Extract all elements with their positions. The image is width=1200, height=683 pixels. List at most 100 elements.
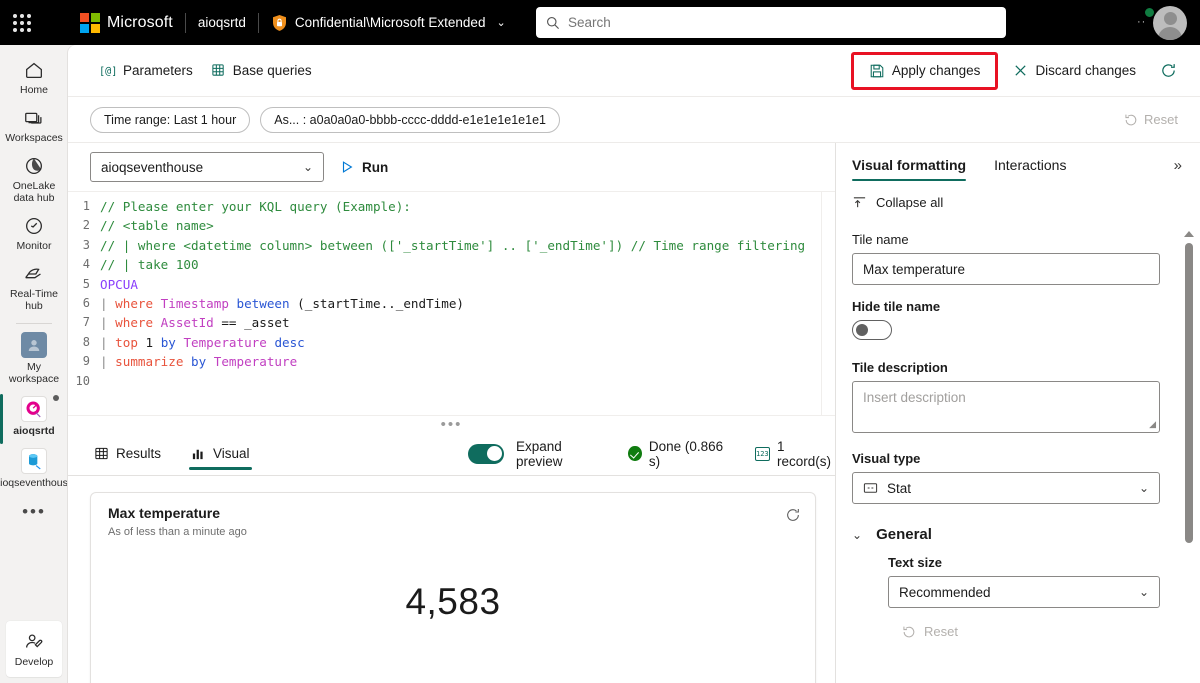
kql-query-editor[interactable]: 1 // Please enter your KQL query (Example… [68, 191, 835, 416]
sidebar-item-home[interactable]: Home [0, 53, 68, 101]
double-chevron-right-icon[interactable]: » [1174, 157, 1182, 174]
code-line-text[interactable]: | summarize by Temperature [100, 352, 835, 371]
line-number: 7 [82, 315, 90, 330]
stat-icon [863, 481, 878, 495]
tab-visual-formatting[interactable]: Visual formatting [852, 143, 967, 187]
apply-changes-label: Apply changes [891, 63, 981, 78]
line-number: 5 [82, 276, 90, 291]
sidebar-item-aioqsrtd[interactable]: aioqsrtd [0, 390, 68, 444]
account-menu[interactable]: ·· [1137, 6, 1187, 40]
numbers-icon: 123 [754, 446, 770, 461]
code-line-text[interactable]: // | take 100 [100, 255, 835, 274]
apply-changes-button[interactable]: Apply changes [860, 57, 990, 85]
parameters-button[interactable]: [@] Parameters [90, 57, 202, 85]
tile-name-label: Tile name [852, 232, 909, 247]
code-line[interactable]: 6 | where Timestamp between (_startTime..… [68, 294, 835, 313]
develop-button[interactable]: Develop [6, 621, 62, 677]
code-line-text[interactable]: | where AssetId == _asset [100, 313, 835, 332]
code-line-text[interactable] [100, 372, 835, 391]
tile-description-placeholder: Insert description [863, 390, 966, 405]
visual-type-select[interactable]: Stat ⌄ [852, 472, 1160, 504]
realtime-dashboard-icon [21, 396, 47, 422]
sidebar-item-aioqseventhouse[interactable]: aioqseventhouse [0, 442, 74, 494]
base-queries-button[interactable]: Base queries [202, 57, 321, 84]
code-line[interactable]: 7 | where AssetId == _asset [68, 313, 835, 332]
code-line[interactable]: 9 | summarize by Temperature [68, 352, 835, 371]
sensitivity-label-button[interactable]: Confidential\Microsoft Extended ⌄ [271, 14, 506, 32]
tile-title: Max temperature [108, 505, 221, 521]
code-line-text[interactable]: | top 1 by Temperature desc [100, 333, 835, 352]
at-brackets-icon: [@] [99, 63, 116, 79]
code-line-text[interactable]: // | where <datetime column> between (['… [100, 236, 835, 255]
resize-grip-icon[interactable]: ◢ [1149, 419, 1156, 430]
sidebar-item-onelake-data-hub[interactable]: OneLake data hub [0, 149, 68, 209]
general-group-content: Text size Recommended ⌄ Reset [852, 555, 1176, 639]
scrollbar-thumb[interactable] [1185, 243, 1193, 543]
avatar[interactable] [1153, 6, 1187, 40]
filters-reset-button: Reset [1124, 112, 1178, 127]
general-group-header[interactable]: ⌄ General [852, 526, 1176, 543]
code-line[interactable]: 8 | top 1 by Temperature desc [68, 333, 835, 352]
sensitivity-label-text: Confidential\Microsoft Extended [294, 15, 486, 30]
code-line[interactable]: 1 // Please enter your KQL query (Example… [68, 197, 835, 216]
panel-tab-bar: Visual formatting Interactions » [836, 143, 1200, 187]
refresh-icon [1160, 62, 1177, 79]
workspaces-icon [23, 107, 45, 129]
sidebar-item-my-workspace[interactable]: My workspace [0, 326, 68, 390]
time-range-pill[interactable]: Time range: Last 1 hour [90, 106, 251, 133]
more-items-button[interactable]: ••• [22, 502, 46, 522]
database-select[interactable]: aioqseventhouse ⌄ [90, 152, 324, 182]
asset-parameter-pill[interactable]: As... : a0a0a0a0-bbbb-cccc-dddd-e1e1e1e1… [260, 106, 560, 133]
expand-preview-toggle[interactable] [468, 443, 504, 464]
code-line[interactable]: 5 OPCUA [68, 275, 835, 294]
tab-results[interactable]: Results [90, 432, 165, 476]
code-line-text[interactable]: // <table name> [100, 216, 835, 235]
code-line-text[interactable]: // Please enter your KQL query (Example)… [100, 197, 835, 216]
pane-splitter-handle[interactable]: ••• [68, 416, 835, 433]
panel-scrollbar[interactable] [1184, 231, 1194, 683]
search-input[interactable]: Search [536, 7, 1006, 38]
tab-visual[interactable]: Visual [187, 432, 254, 476]
text-size-value: Recommended [899, 584, 991, 600]
code-line[interactable]: 3 // | where <datetime column> between ([… [68, 236, 835, 255]
tile-description-input[interactable]: Insert description ◢ [852, 381, 1160, 433]
collapse-all-button[interactable]: Collapse all [836, 187, 1200, 212]
command-bar: [@] Parameters Base queries Apply change… [68, 45, 1200, 97]
discard-changes-button[interactable]: Discard changes [1004, 57, 1145, 84]
code-line[interactable]: 10 [68, 372, 835, 391]
hide-tile-name-toggle[interactable] [852, 320, 892, 340]
sidebar-item-real-time-hub[interactable]: Real-Time hub [0, 257, 68, 317]
text-size-select[interactable]: Recommended ⌄ [888, 576, 1160, 608]
command-bar-right-group: Apply changes Discard changes [850, 51, 1186, 90]
unsaved-indicator-icon [53, 395, 59, 401]
sidebar-item-workspaces[interactable]: Workspaces [0, 101, 68, 149]
tile-refresh-button[interactable] [785, 507, 801, 523]
microsoft-logo[interactable]: Microsoft [80, 12, 173, 33]
tile-name-input[interactable]: Max temperature [852, 253, 1160, 285]
record-count: 123 1 record(s) [754, 439, 835, 469]
sidebar-item-monitor[interactable]: Monitor [0, 209, 68, 257]
expand-preview-label: Expand preview [516, 438, 563, 469]
code-line-text[interactable]: | where Timestamp between (_startTime.._… [100, 294, 835, 313]
code-content[interactable]: 1 // Please enter your KQL query (Example… [68, 192, 835, 391]
dashboard-tile[interactable]: Max temperature As of less than a minute… [90, 492, 816, 683]
code-line[interactable]: 2 // <table name> [68, 216, 835, 235]
run-label: Run [362, 159, 389, 175]
code-line-text[interactable]: OPCUA [100, 275, 835, 294]
editor-scrollbar[interactable] [821, 192, 835, 415]
discard-changes-label: Discard changes [1035, 63, 1136, 78]
chevron-down-icon: ⌄ [1138, 585, 1149, 599]
divider [184, 12, 186, 33]
run-query-button[interactable]: Run [340, 160, 388, 175]
close-icon [1013, 63, 1028, 78]
sidebar-item-label: My workspace [8, 361, 60, 385]
parameters-label: Parameters [123, 63, 193, 78]
line-number: 1 [82, 199, 90, 213]
refresh-button[interactable] [1151, 56, 1186, 85]
code-line[interactable]: 4 // | take 100 [68, 255, 835, 274]
divider [16, 323, 52, 324]
app-launcher-icon[interactable] [0, 13, 44, 32]
sidebar-item-label: Home [19, 84, 48, 96]
scroll-up-arrow-icon[interactable] [1184, 231, 1194, 237]
tab-interactions[interactable]: Interactions [994, 143, 1066, 187]
